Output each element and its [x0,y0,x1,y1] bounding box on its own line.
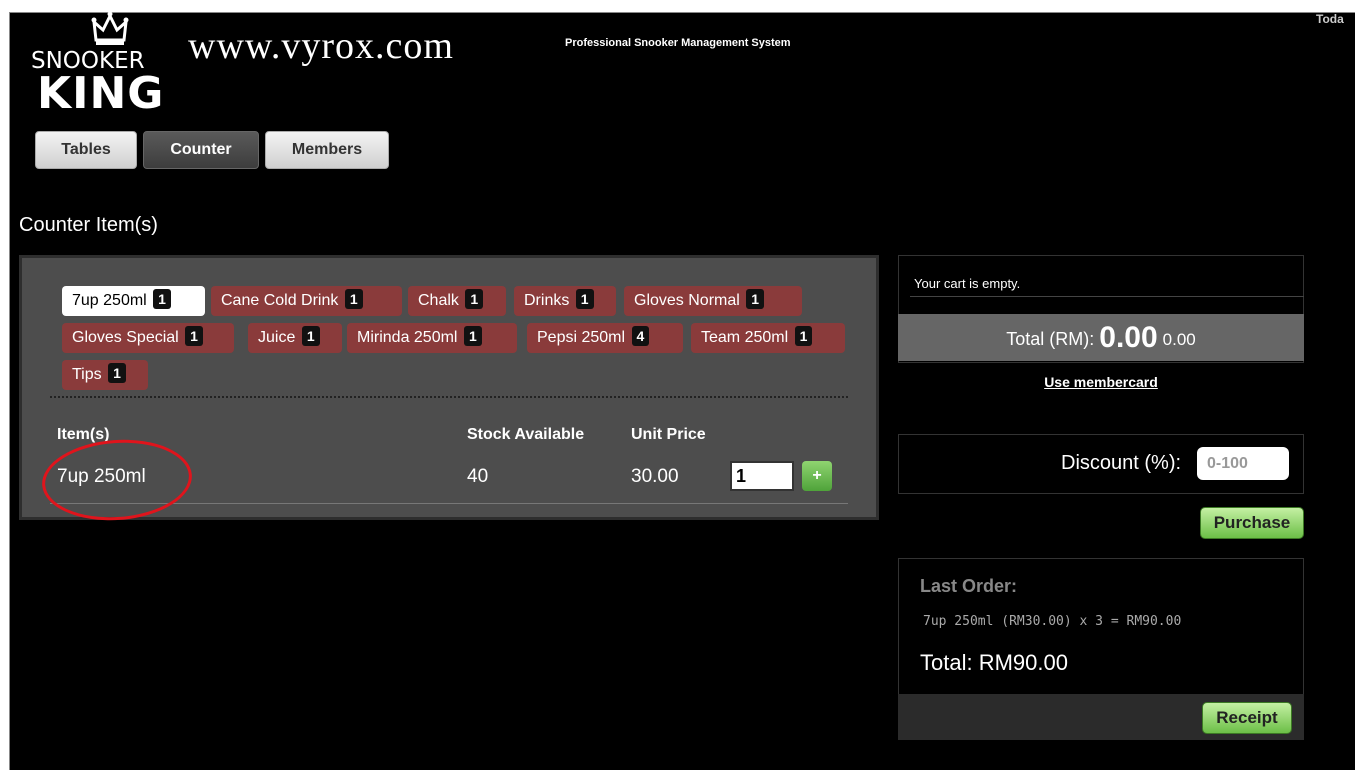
item-chip[interactable]: Gloves Normal 1 [624,286,802,316]
snooker-king-logo: SNOOKER KING [28,10,178,120]
item-chip[interactable]: Team 250ml 1 [691,323,845,353]
cart-total-bar: Total (RM): 0.00 0.00 [898,314,1304,361]
item-chip[interactable]: Cane Cold Drink 1 [211,286,402,316]
item-chip-label: Drinks [524,292,570,309]
purchase-button[interactable]: Purchase [1200,507,1304,539]
tab-counter[interactable]: Counter [143,131,259,169]
item-chip-count-badge: 1 [794,326,813,346]
item-chip-count-badge: 1 [185,326,203,346]
item-chip[interactable]: Mirinda 250ml 1 [347,323,517,353]
item-chip[interactable]: Chalk 1 [408,286,506,316]
cart-total-label: Total (RM): [1006,329,1095,349]
item-chip[interactable]: 7up 250ml 1 [62,286,205,316]
quantity-input[interactable]: 1 [730,461,794,491]
column-header-price: Unit Price [631,426,706,443]
tab-tables[interactable]: Tables [35,131,137,169]
row-unit-price: 30.00 [631,466,679,487]
site-url: www.vyrox.com [188,25,454,67]
item-chip-count-badge: 1 [575,289,594,309]
cart-divider [910,296,1304,297]
tagline: Professional Snooker Management System [565,37,791,49]
item-chip-count-badge: 1 [108,363,126,383]
item-chip-count-badge: 4 [631,326,650,346]
item-chip-label: Chalk [418,292,459,309]
last-order-line: 7up 250ml (RM30.00) x 3 = RM90.00 [923,614,1182,629]
use-membercard-link[interactable]: Use membercard [898,374,1304,390]
logo-text-bottom: KING [37,68,165,119]
item-chip-count-badge: 1 [465,289,484,309]
row-stock: 40 [467,466,489,487]
item-chip-label: Tips [72,366,102,383]
column-header-stock: Stock Available [467,426,585,443]
date-label: Toda [1316,12,1344,26]
item-chip-count-badge: 1 [344,289,363,309]
item-chip-label: Gloves Special [72,329,179,346]
receipt-button[interactable]: Receipt [1202,702,1292,734]
cart-total-value: 0.00 [1099,321,1158,354]
item-chip-label: Gloves Normal [634,292,740,309]
item-chip-label: Pepsi 250ml [537,329,626,346]
item-chip[interactable]: Juice 1 [248,323,342,353]
last-order-total: Total: RM90.00 [920,650,1068,675]
add-to-cart-button[interactable]: + [802,461,832,491]
cart-total-sub: 0.00 [1162,330,1196,349]
item-chip[interactable]: Drinks 1 [514,286,616,316]
item-chip[interactable]: Gloves Special 1 [62,323,234,353]
item-chip-label: 7up 250ml [72,292,147,309]
item-chip-count-badge: 1 [463,326,482,346]
item-chip-label: Cane Cold Drink [221,292,339,309]
item-chip-count-badge: 1 [153,289,171,309]
cart-empty-text: Your cart is empty. [914,276,1021,291]
divider [50,396,848,398]
item-chip-label: Team 250ml [701,329,789,346]
discount-label: Discount (%): [1061,452,1182,474]
item-chip-label: Juice [258,329,296,346]
item-chip-count-badge: 1 [746,289,765,309]
last-order-title: Last Order: [920,576,1018,596]
item-chip-count-badge: 1 [301,326,320,346]
page-title: Counter Item(s) [19,214,158,236]
tab-members[interactable]: Members [265,131,389,169]
item-chip-label: Mirinda 250ml [357,329,458,346]
item-chip[interactable]: Pepsi 250ml 4 [527,323,683,353]
crown-icon [91,11,129,45]
item-chip[interactable]: Tips 1 [62,360,148,390]
discount-input[interactable]: 0-100 [1197,447,1289,480]
